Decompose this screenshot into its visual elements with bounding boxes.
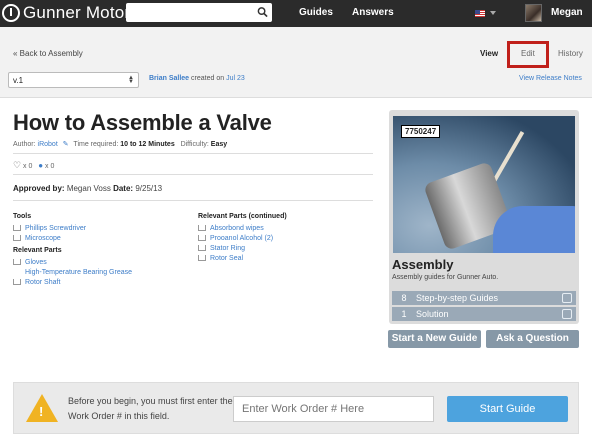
tab-view[interactable]: View <box>480 49 498 58</box>
difficulty-value: Easy <box>210 141 228 148</box>
nav-answers-link[interactable]: Answers <box>352 7 394 18</box>
avatar[interactable] <box>525 4 542 22</box>
solutions-count-link[interactable]: 1 Solution <box>392 307 576 321</box>
cart-icon <box>13 235 21 241</box>
nav-guides-link[interactable]: Guides <box>299 7 333 18</box>
continued-heading: Relevant Parts (continued) <box>198 213 287 220</box>
list-item[interactable]: Rotor Shaft <box>13 277 132 287</box>
ask-question-button[interactable]: Ask a Question <box>486 330 579 348</box>
list-item[interactable]: Phillips Screwdriver <box>13 223 132 233</box>
comment-count: x 0 <box>45 163 55 170</box>
list-item[interactable]: High-Temperature Bearing Grease <box>13 267 132 277</box>
favorite-count: x 0 <box>23 163 33 170</box>
tab-edit[interactable]: Edit <box>521 49 535 58</box>
category-title[interactable]: Assembly <box>392 257 453 272</box>
list-item[interactable]: Absorbond wipes <box>198 223 287 233</box>
parts-column-left: Tools Phillips Screwdriver Microscope Re… <box>13 213 132 287</box>
power-logo-icon <box>2 4 20 22</box>
category-panel: 7750247 Assembly Assembly guides for Gun… <box>389 110 579 324</box>
created-info: Brian Sallee created on Jul 23 <box>149 75 245 82</box>
difficulty-label: Difficulty: <box>180 141 209 148</box>
pencil-icon[interactable]: ✎ <box>63 141 69 148</box>
tools-heading: Tools <box>13 213 32 220</box>
bubble-icon <box>562 309 572 319</box>
version-value: v.1 <box>13 76 24 85</box>
list-item[interactable]: Microscope <box>13 233 132 243</box>
comment-icon[interactable]: ● <box>38 161 43 170</box>
guide-toolbar: « Back to Assembly View Edit History v.1… <box>0 27 592 98</box>
work-order-input[interactable] <box>233 396 434 422</box>
divider <box>13 174 373 175</box>
tab-history[interactable]: History <box>558 49 583 58</box>
creator-link[interactable]: Brian Sallee <box>149 75 189 82</box>
work-order-message: Before you begin, you must first enter t… <box>68 396 233 421</box>
list-item[interactable]: Rotor Seal <box>198 253 287 263</box>
start-guide-button[interactable]: Start Guide <box>447 396 568 422</box>
parts-column-right: Relevant Parts (continued) Absorbond wip… <box>198 213 287 263</box>
divider <box>13 153 373 154</box>
approved-by: Megan Voss <box>66 184 111 193</box>
guide-counts: ♡ x 0 ● x 0 <box>13 160 54 171</box>
cart-icon <box>198 235 206 241</box>
search-input[interactable] <box>126 3 272 22</box>
page-title: How to Assemble a Valve <box>13 110 272 135</box>
approved-date: 9/25/13 <box>135 184 163 193</box>
heart-icon[interactable]: ♡ <box>13 160 21 170</box>
category-photo[interactable]: 7750247 <box>393 116 575 253</box>
cart-icon <box>13 259 21 265</box>
select-arrows-icon: ▲ ▼ <box>128 75 134 85</box>
brand-name: Gunner Motors <box>23 3 139 22</box>
created-date-link[interactable]: Jul 23 <box>226 75 245 82</box>
time-label: Time required: <box>73 141 119 148</box>
cart-icon <box>13 225 21 231</box>
search-icon[interactable] <box>257 6 268 18</box>
version-select[interactable]: v.1 ▲ ▼ <box>8 72 139 88</box>
list-item[interactable]: Stator Ring <box>198 243 287 253</box>
list-item[interactable]: Prooanol Alcohol (2) <box>198 233 287 243</box>
back-link[interactable]: « Back to Assembly <box>13 49 83 58</box>
wrench-icon <box>562 293 572 303</box>
approval-line: Approved by: Megan Voss Date: 9/25/13 <box>13 184 163 193</box>
author-link[interactable]: iRobot <box>38 141 58 148</box>
user-menu[interactable]: Megan <box>551 7 583 18</box>
work-order-bar: ! Before you begin, you must first enter… <box>13 382 579 434</box>
list-item[interactable]: Gloves <box>13 257 132 267</box>
cart-icon <box>198 255 206 261</box>
brand-logo[interactable]: Gunner Motors <box>2 3 139 23</box>
approved-label: Approved by <box>13 184 62 193</box>
release-notes-link[interactable]: View Release Notes <box>519 75 582 82</box>
author-label: Author: <box>13 141 36 148</box>
created-on-text: created on <box>191 75 225 82</box>
cart-icon <box>198 245 206 251</box>
divider <box>13 200 373 201</box>
time-value: 10 to 12 Minutes <box>120 141 175 148</box>
cart-icon <box>13 279 21 285</box>
category-description: Assembly guides for Gunner Auto. <box>392 274 499 281</box>
photo-label: 7750247 <box>401 125 441 138</box>
cart-icon <box>198 225 206 231</box>
date-label: Date <box>113 184 131 193</box>
new-guide-button[interactable]: Start a New Guide <box>388 330 481 348</box>
top-nav-bar: Gunner Motors Guides Answers Megan <box>0 0 592 27</box>
guide-meta: Author: iRobot ✎ Time required: 10 to 12… <box>13 140 227 148</box>
relevant-parts-heading: Relevant Parts <box>13 247 62 254</box>
guides-count-link[interactable]: 8 Step-by-step Guides <box>392 291 576 305</box>
us-flag-icon[interactable] <box>475 10 485 17</box>
chevron-down-icon[interactable] <box>490 11 496 15</box>
